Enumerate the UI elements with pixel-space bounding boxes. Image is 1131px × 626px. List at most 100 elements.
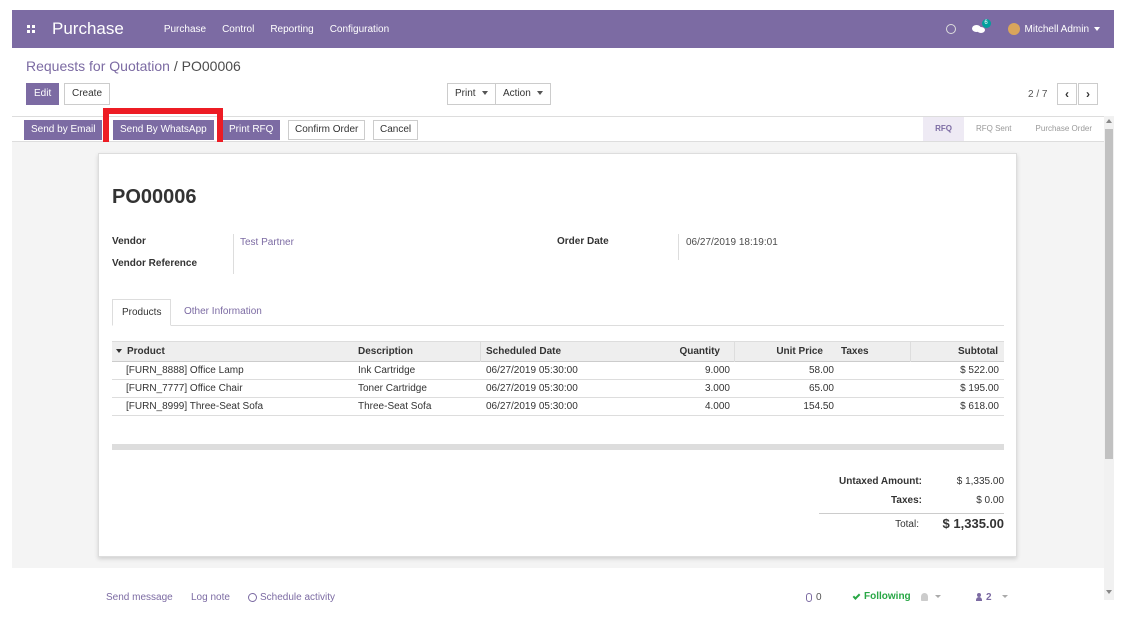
print-label: Print <box>455 88 476 99</box>
taxes-label: Taxes: <box>891 495 922 506</box>
cell-subtotal: $ 618.00 <box>960 401 999 412</box>
page-title: PO00006 <box>112 186 197 208</box>
stage-rfq[interactable]: RFQ <box>923 117 964 141</box>
check-icon <box>852 592 861 601</box>
followers-count[interactable]: 2 <box>986 592 992 603</box>
status-stages: RFQ RFQ Sent Purchase Order <box>923 117 1104 141</box>
pager-prev-button[interactable]: ‹ <box>1057 83 1077 105</box>
column-scheduled-date[interactable]: Scheduled Date <box>486 342 561 362</box>
table-row[interactable]: [FURN_8888] Office Lamp Ink Cartridge 06… <box>112 362 1004 380</box>
cell-description: Ink Cartridge <box>358 365 416 376</box>
clock-icon <box>248 592 257 602</box>
log-note-link[interactable]: Log note <box>191 592 230 603</box>
untaxed-amount-label: Untaxed Amount: <box>839 476 922 487</box>
apps-menu-icon[interactable] <box>27 25 35 33</box>
chevron-down-icon[interactable] <box>1094 27 1100 31</box>
cancel-button[interactable]: Cancel <box>373 120 419 140</box>
total-value: $ 1,335.00 <box>942 516 1004 531</box>
chevron-down-icon[interactable] <box>935 595 941 598</box>
cell-quantity: 3.000 <box>704 383 730 394</box>
confirm-order-button[interactable]: Confirm Order <box>288 120 366 140</box>
form-sheet: PO00006 Vendor Test Partner Vendor Refer… <box>98 153 1017 557</box>
sort-down-icon <box>116 349 122 354</box>
send-by-email-button[interactable]: Send by Email <box>24 120 103 140</box>
column-description[interactable]: Description <box>358 342 413 362</box>
cell-scheduled-date: 06/27/2019 05:30:00 <box>486 401 578 412</box>
action-label: Action <box>503 88 531 99</box>
scroll-down-icon[interactable] <box>1106 590 1112 594</box>
cell-unit-price: 154.50 <box>803 401 834 412</box>
cell-quantity: 9.000 <box>704 365 730 376</box>
table-header: Product Description Scheduled Date Quant… <box>112 341 1004 362</box>
table-scrollbar[interactable] <box>112 444 1004 450</box>
order-date-label: Order Date <box>557 236 609 247</box>
create-button[interactable]: Create <box>64 83 111 105</box>
scrollbar-thumb[interactable] <box>1105 129 1113 459</box>
chat-icon[interactable]: 6 <box>971 19 991 34</box>
avatar[interactable] <box>1007 23 1020 35</box>
column-product[interactable]: Product <box>116 342 165 362</box>
cell-quantity: 4.000 <box>704 401 730 412</box>
table-row[interactable]: [FURN_8999] Three-Seat Sofa Three-Seat S… <box>112 398 1004 416</box>
chevron-down-icon[interactable] <box>1002 595 1008 598</box>
cell-product: [FURN_8888] Office Lamp <box>126 365 244 376</box>
order-lines-table: Product Description Scheduled Date Quant… <box>112 341 1004 416</box>
breadcrumb-separator: / <box>169 58 182 74</box>
menu-item-purchase[interactable]: Purchase <box>164 24 206 35</box>
tab-other-information[interactable]: Other Information <box>175 299 271 326</box>
app-window: Purchase Purchase Control Reporting Conf… <box>12 10 1114 603</box>
breadcrumb: Requests for Quotation / PO00006 <box>26 58 241 74</box>
vendor-label: Vendor <box>112 236 146 247</box>
pager-next-button[interactable]: › <box>1078 83 1098 105</box>
total-label: Total: <box>895 519 919 530</box>
vendor-reference-label: Vendor Reference <box>112 258 198 269</box>
menu-item-reporting[interactable]: Reporting <box>270 24 313 35</box>
menu-item-control[interactable]: Control <box>222 24 254 35</box>
edit-button[interactable]: Edit <box>26 83 60 105</box>
vendor-field[interactable]: Test Partner <box>240 237 294 248</box>
user-name[interactable]: Mitchell Admin <box>1025 24 1089 35</box>
column-quantity[interactable]: Quantity <box>652 342 720 362</box>
cell-product: [FURN_7777] Office Chair <box>126 383 243 394</box>
stage-purchase-order[interactable]: Purchase Order <box>1024 117 1104 141</box>
bell-icon[interactable] <box>921 593 928 601</box>
menu-item-configuration[interactable]: Configuration <box>330 24 389 35</box>
action-dropdown[interactable]: Action <box>495 83 551 105</box>
main-menu: Purchase Control Reporting Configuration <box>164 24 405 35</box>
schedule-activity-link[interactable]: Schedule activity <box>248 592 335 603</box>
cell-scheduled-date: 06/27/2019 05:30:00 <box>486 365 578 376</box>
pager-value[interactable]: 2 / 7 <box>1028 89 1047 100</box>
notebook-tabs: Products Other Information <box>112 299 1004 326</box>
untaxed-amount-value: $ 1,335.00 <box>956 476 1004 487</box>
totals-divider <box>819 513 1004 514</box>
paperclip-icon[interactable] <box>806 593 812 602</box>
field-divider <box>233 234 234 274</box>
send-message-link[interactable]: Send message <box>106 592 173 603</box>
top-navbar: Purchase Purchase Control Reporting Conf… <box>12 10 1114 48</box>
app-brand[interactable]: Purchase <box>52 19 124 39</box>
column-taxes[interactable]: Taxes <box>841 342 869 362</box>
followers-icon[interactable] <box>976 593 982 601</box>
cell-product: [FURN_8999] Three-Seat Sofa <box>126 401 264 412</box>
column-subtotal[interactable]: Subtotal <box>922 342 998 362</box>
stage-rfq-sent[interactable]: RFQ Sent <box>964 117 1024 141</box>
table-row[interactable]: [FURN_7777] Office Chair Toner Cartridge… <box>112 380 1004 398</box>
print-dropdown[interactable]: Print <box>447 83 496 105</box>
scroll-up-icon[interactable] <box>1106 119 1112 123</box>
page-scrollbar[interactable] <box>1104 116 1114 600</box>
column-unit-price[interactable]: Unit Price <box>742 342 823 362</box>
tab-products[interactable]: Products <box>112 299 172 326</box>
attachment-count[interactable]: 0 <box>816 592 822 603</box>
chevron-down-icon <box>536 91 543 96</box>
cell-subtotal: $ 195.00 <box>960 383 999 394</box>
following-button[interactable]: Following <box>852 591 911 602</box>
cell-unit-price: 65.00 <box>808 383 834 394</box>
print-rfq-button[interactable]: Print RFQ <box>222 120 281 140</box>
cell-description: Three-Seat Sofa <box>358 401 432 412</box>
activity-clock-icon[interactable] <box>945 24 956 34</box>
cell-scheduled-date: 06/27/2019 05:30:00 <box>486 383 578 394</box>
chevron-down-icon <box>481 91 488 96</box>
order-date-field[interactable]: 06/27/2019 18:19:01 <box>686 237 778 248</box>
taxes-value: $ 0.00 <box>976 495 1004 506</box>
breadcrumb-parent[interactable]: Requests for Quotation <box>26 58 170 74</box>
